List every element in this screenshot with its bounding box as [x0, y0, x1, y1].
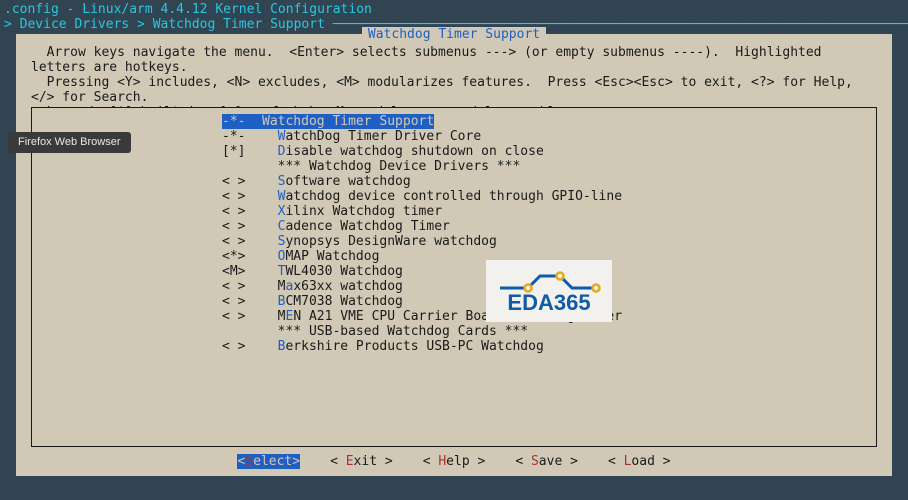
menu-item-label: Disable watchdog shutdown on close — [262, 144, 544, 159]
menu-panel: -*-Watchdog Timer Support-*- WatchDog Ti… — [31, 107, 877, 447]
terminal-window: .config - Linux/arm 4.4.12 Kernel Config… — [0, 0, 908, 500]
action-button[interactable]: < Help > — [423, 454, 486, 469]
state-symbol: < > — [222, 279, 262, 294]
action-button[interactable]: < Load > — [608, 454, 671, 469]
menu-item[interactable]: < > Watchdog device controlled through G… — [38, 189, 870, 204]
menu-item-label: OMAP Watchdog — [262, 249, 379, 264]
menu-item-label: *** Watchdog Device Drivers *** — [262, 159, 520, 174]
button-bar: <Select> < Exit > < Help > < Save > < Load > — [17, 454, 891, 469]
action-button[interactable]: <Select> — [237, 454, 300, 469]
state-symbol: < > — [222, 189, 262, 204]
state-symbol: < > — [222, 309, 262, 324]
menu-item-label: Software watchdog — [262, 174, 411, 189]
state-symbol: < > — [222, 219, 262, 234]
menu-list[interactable]: -*-Watchdog Timer Support-*- WatchDog Ti… — [32, 108, 876, 360]
state-symbol — [222, 159, 262, 174]
menu-item-label: Synopsys DesignWare watchdog — [262, 234, 497, 249]
menu-item[interactable]: < > Max63xx watchdog — [38, 279, 870, 294]
config-title: .config - Linux/arm 4.4.12 Kernel Config… — [4, 2, 372, 17]
menu-item[interactable]: < > Synopsys DesignWare watchdog — [38, 234, 870, 249]
state-symbol: <M> — [222, 264, 262, 279]
dialog-title: Watchdog Timer Support — [362, 27, 546, 42]
hotkey-char: H — [438, 454, 446, 469]
state-symbol: < > — [222, 234, 262, 249]
dialog-title-row: Watchdog Timer Support — [17, 27, 891, 42]
state-symbol: -*- — [222, 114, 262, 129]
menu-item-label: Berkshire Products USB-PC Watchdog — [262, 339, 544, 354]
dialog-box: Watchdog Timer Support Arrow keys naviga… — [16, 34, 892, 476]
hotkey-char: S — [245, 454, 253, 469]
menu-item[interactable]: [*] Disable watchdog shutdown on close — [38, 144, 870, 159]
menu-item[interactable]: <*> OMAP Watchdog — [38, 249, 870, 264]
action-button[interactable]: < Exit > — [330, 454, 393, 469]
menu-item[interactable]: -*-Watchdog Timer Support — [38, 114, 870, 129]
menu-item[interactable]: *** Watchdog Device Drivers *** — [38, 159, 870, 174]
state-symbol: < > — [222, 174, 262, 189]
state-symbol: < > — [222, 204, 262, 219]
menu-item[interactable]: < > Xilinx Watchdog timer — [38, 204, 870, 219]
state-symbol: [*] — [222, 144, 262, 159]
menu-item-label: *** USB-based Watchdog Cards *** — [262, 324, 528, 339]
menu-item-label: Max63xx watchdog — [262, 279, 403, 294]
menu-item-label: Watchdog Timer Support — [262, 114, 434, 129]
menu-item[interactable]: < > Berkshire Products USB-PC Watchdog — [38, 339, 870, 354]
menu-item[interactable]: -*- WatchDog Timer Driver Core — [38, 129, 870, 144]
menu-item-label: WatchDog Timer Driver Core — [262, 129, 481, 144]
hotkey-char: E — [346, 454, 354, 469]
state-symbol: <*> — [222, 249, 262, 264]
menu-item-label: BCM7038 Watchdog — [262, 294, 403, 309]
state-symbol: < > — [222, 339, 262, 354]
firefox-tooltip: Firefox Web Browser — [8, 132, 131, 153]
menu-item[interactable]: < > Software watchdog — [38, 174, 870, 189]
menu-item-label: Xilinx Watchdog timer — [262, 204, 442, 219]
menu-item[interactable]: < > BCM7038 Watchdog — [38, 294, 870, 309]
menu-item-label: Cadence Watchdog Timer — [262, 219, 450, 234]
hotkey-char: S — [531, 454, 539, 469]
watermark-icon — [496, 266, 602, 294]
menu-item-label: TWL4030 Watchdog — [262, 264, 403, 279]
menu-item-label: Watchdog device controlled through GPIO-… — [262, 189, 622, 204]
menu-item[interactable]: <M> TWL4030 Watchdog — [38, 264, 870, 279]
menu-item[interactable]: < > Cadence Watchdog Timer — [38, 219, 870, 234]
menu-item[interactable]: < > MEN A21 VME CPU Carrier Board Watchd… — [38, 309, 870, 324]
menu-item[interactable]: *** USB-based Watchdog Cards *** — [38, 324, 870, 339]
state-symbol — [222, 324, 262, 339]
state-symbol: -*- — [222, 129, 262, 144]
state-symbol: < > — [222, 294, 262, 309]
action-button[interactable]: < Save > — [515, 454, 578, 469]
watermark: EDA365 — [486, 260, 612, 322]
